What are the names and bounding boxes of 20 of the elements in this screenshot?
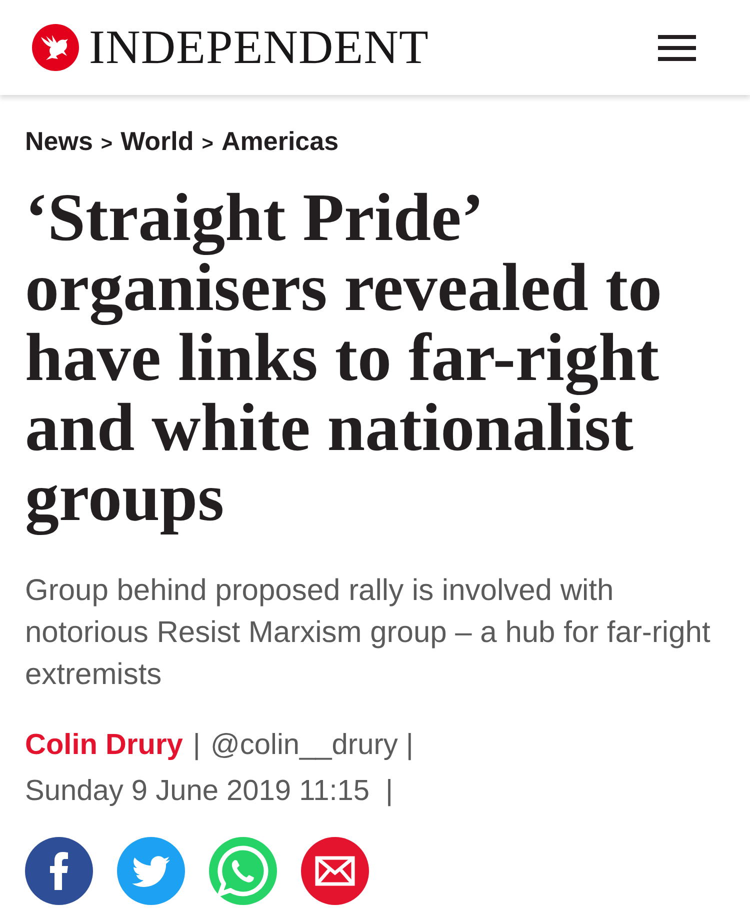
publish-date: Sunday 9 June 2019 11:15 — [25, 774, 370, 809]
twitter-handle-link[interactable]: @colin__drury — [210, 722, 398, 768]
breadcrumb-link[interactable]: World — [120, 123, 194, 159]
breadcrumb-separator: > — [202, 132, 214, 157]
breadcrumb-separator: > — [100, 132, 113, 157]
envelope-icon — [315, 856, 355, 886]
bird-icon — [132, 856, 170, 886]
letter-f-icon — [50, 852, 68, 890]
menu-icon — [658, 34, 696, 60]
breadcrumb-link[interactable]: News — [25, 123, 93, 159]
logo-wordmark[interactable]: INDEPENDENT — [89, 24, 429, 72]
author-link[interactable]: Colin Drury — [25, 722, 183, 768]
divider: | — [406, 728, 414, 763]
standfirst: Group behind proposed rally is involved with notorious Resist Marxism group – a hub for far-right extremists — [25, 573, 712, 693]
eagle-logo-icon — [32, 24, 79, 71]
breadcrumb-link[interactable]: Americas — [221, 123, 339, 159]
phone-speech-bubble-icon — [216, 844, 270, 898]
menu-button[interactable] — [658, 34, 696, 60]
divider: | — [386, 774, 394, 809]
divider: | — [192, 728, 200, 763]
